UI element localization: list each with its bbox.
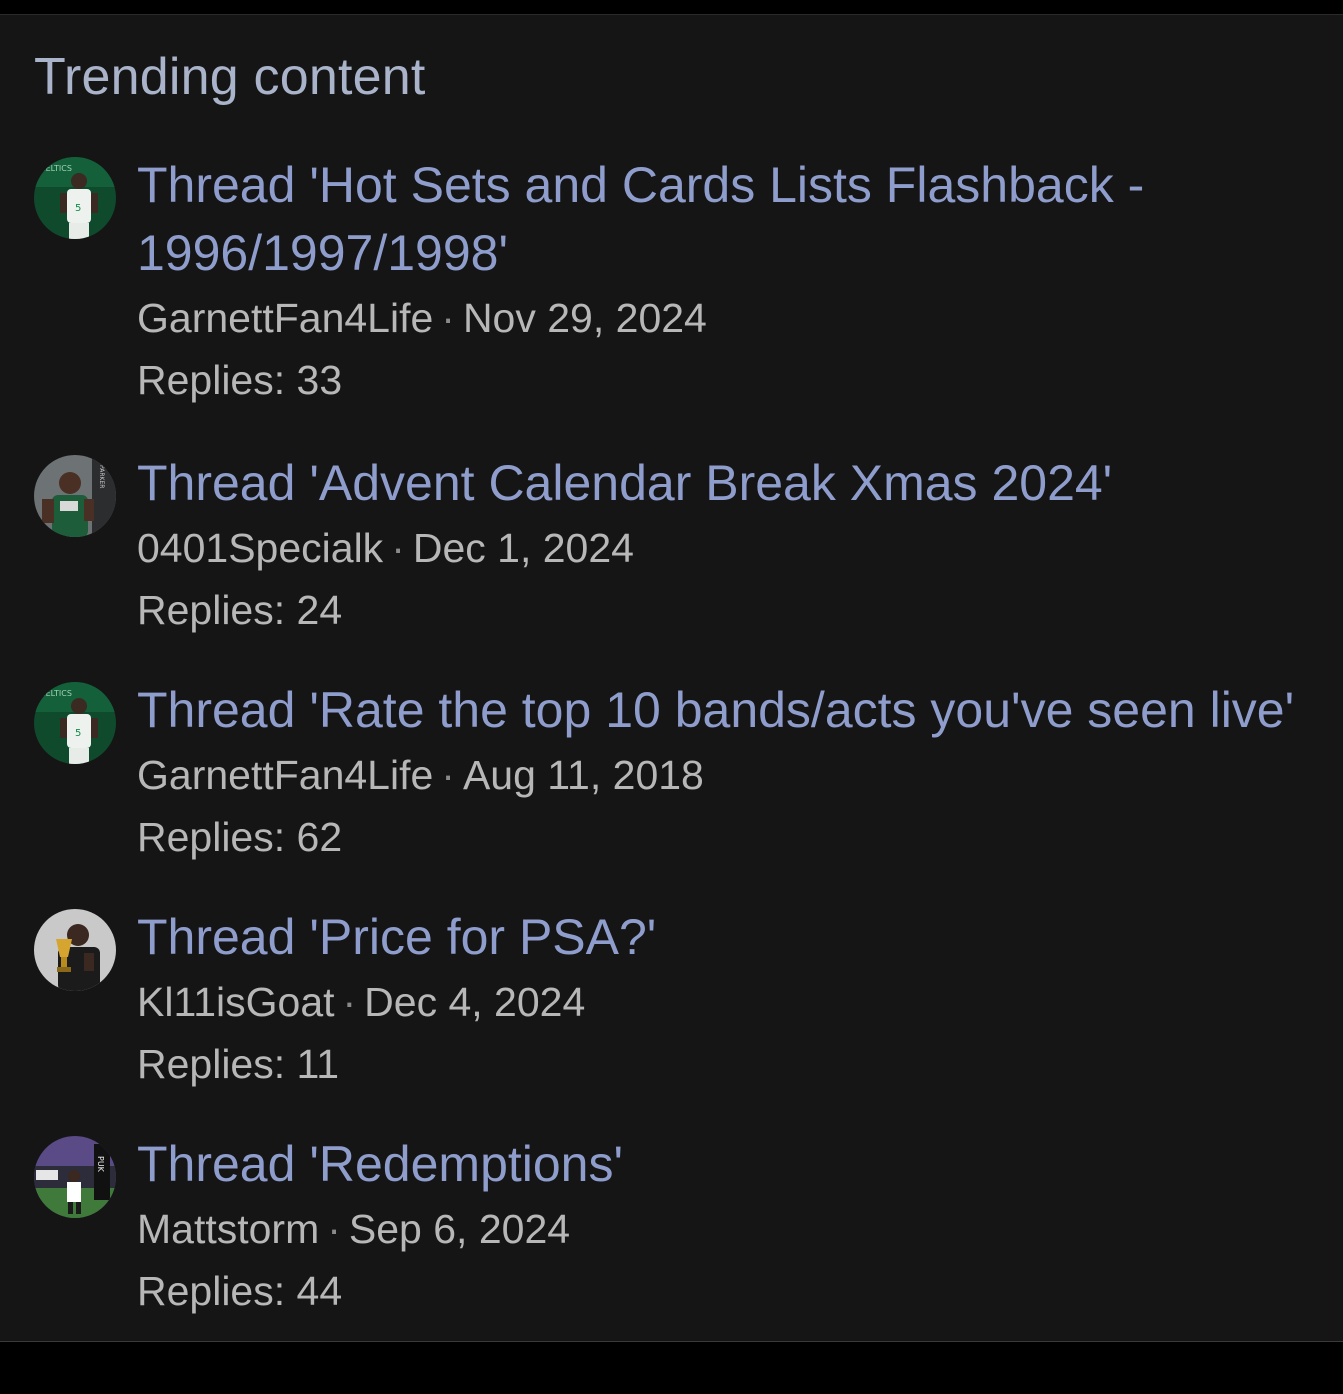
thread-title-link[interactable]: Thread 'Hot Sets and Cards Lists Flashba…	[137, 151, 1327, 287]
thread-prefix: Thread	[137, 1136, 296, 1192]
trophy-player-avatar-icon	[34, 909, 116, 991]
block-title: Trending content	[34, 48, 426, 106]
thread-title: 'Advent Calendar Break Xmas 2024'	[309, 455, 1113, 511]
green-jersey-player-avatar-icon: CELTICS 5	[34, 157, 116, 239]
avatar[interactable]	[34, 909, 116, 991]
svg-text:PUK: PUK	[96, 1156, 105, 1173]
thread-date[interactable]: Dec 4, 2024	[364, 979, 585, 1025]
svg-text:5: 5	[75, 728, 81, 739]
thread-prefix: Thread	[137, 682, 296, 738]
avatar[interactable]: CELTICS 5	[34, 682, 116, 764]
thread-meta: Kl11isGoat · Dec 4, 2024	[137, 971, 1327, 1033]
avatar[interactable]: PUK	[34, 1136, 116, 1218]
separator: ·	[391, 525, 405, 571]
thread-title: 'Redemptions'	[309, 1136, 624, 1192]
separator: ·	[342, 979, 357, 1025]
thread-meta: Mattstorm · Sep 6, 2024	[137, 1198, 1327, 1260]
svg-text:CELTICS: CELTICS	[40, 689, 72, 698]
avatar[interactable]: PARKER	[34, 455, 116, 537]
thread-title-link[interactable]: Thread 'Rate the top 10 bands/acts you'v…	[137, 676, 1327, 744]
svg-text:PARKER: PARKER	[98, 465, 105, 488]
thread-prefix: Thread	[137, 909, 296, 965]
thread-date[interactable]: Sep 6, 2024	[349, 1206, 570, 1252]
player-portrait-avatar-icon: PARKER	[34, 455, 116, 537]
thread-meta: GarnettFan4Life · Nov 29, 2024	[137, 287, 1327, 349]
thread-date[interactable]: Aug 11, 2018	[463, 752, 704, 798]
green-jersey-player-avatar-icon: CELTICS 5	[34, 682, 116, 764]
stadium-player-avatar-icon: PUK	[34, 1136, 116, 1218]
thread-title-link[interactable]: Thread 'Redemptions'	[137, 1130, 1327, 1198]
thread-date[interactable]: Nov 29, 2024	[463, 295, 707, 341]
reply-count: Replies: 11	[137, 1041, 340, 1087]
trending-content-block: Trending content CELTICS 5 Thread 'Hot S…	[0, 14, 1343, 1342]
top-edge	[0, 0, 1343, 13]
thread-title: 'Rate the top 10 bands/acts you've seen …	[309, 682, 1295, 738]
bottom-edge	[0, 1343, 1343, 1394]
thread-prefix: Thread	[137, 455, 296, 511]
author-link[interactable]: 0401Specialk	[137, 525, 383, 571]
thread-title-link[interactable]: Thread 'Price for PSA?'	[137, 903, 1327, 971]
thread-title: 'Price for PSA?'	[309, 909, 657, 965]
author-link[interactable]: Kl11isGoat	[137, 979, 335, 1025]
thread-meta: 0401Specialk · Dec 1, 2024	[137, 517, 1327, 579]
reply-count: Replies: 44	[137, 1268, 343, 1314]
avatar[interactable]: CELTICS 5	[34, 157, 116, 239]
separator: ·	[441, 295, 455, 341]
author-link[interactable]: GarnettFan4Life	[137, 295, 433, 341]
thread-meta: GarnettFan4Life · Aug 11, 2018	[137, 744, 1327, 806]
author-link[interactable]: Mattstorm	[137, 1206, 319, 1252]
svg-text:CELTICS: CELTICS	[40, 164, 72, 173]
reply-count: Replies: 62	[137, 814, 343, 860]
separator: ·	[441, 752, 455, 798]
reply-count: Replies: 24	[137, 587, 343, 633]
thread-prefix: Thread	[137, 157, 296, 213]
separator: ·	[327, 1206, 341, 1252]
reply-count: Replies: 33	[137, 357, 343, 403]
thread-title-link[interactable]: Thread 'Advent Calendar Break Xmas 2024'	[137, 449, 1327, 517]
thread-date[interactable]: Dec 1, 2024	[413, 525, 634, 571]
svg-text:5: 5	[75, 203, 81, 214]
author-link[interactable]: GarnettFan4Life	[137, 752, 433, 798]
